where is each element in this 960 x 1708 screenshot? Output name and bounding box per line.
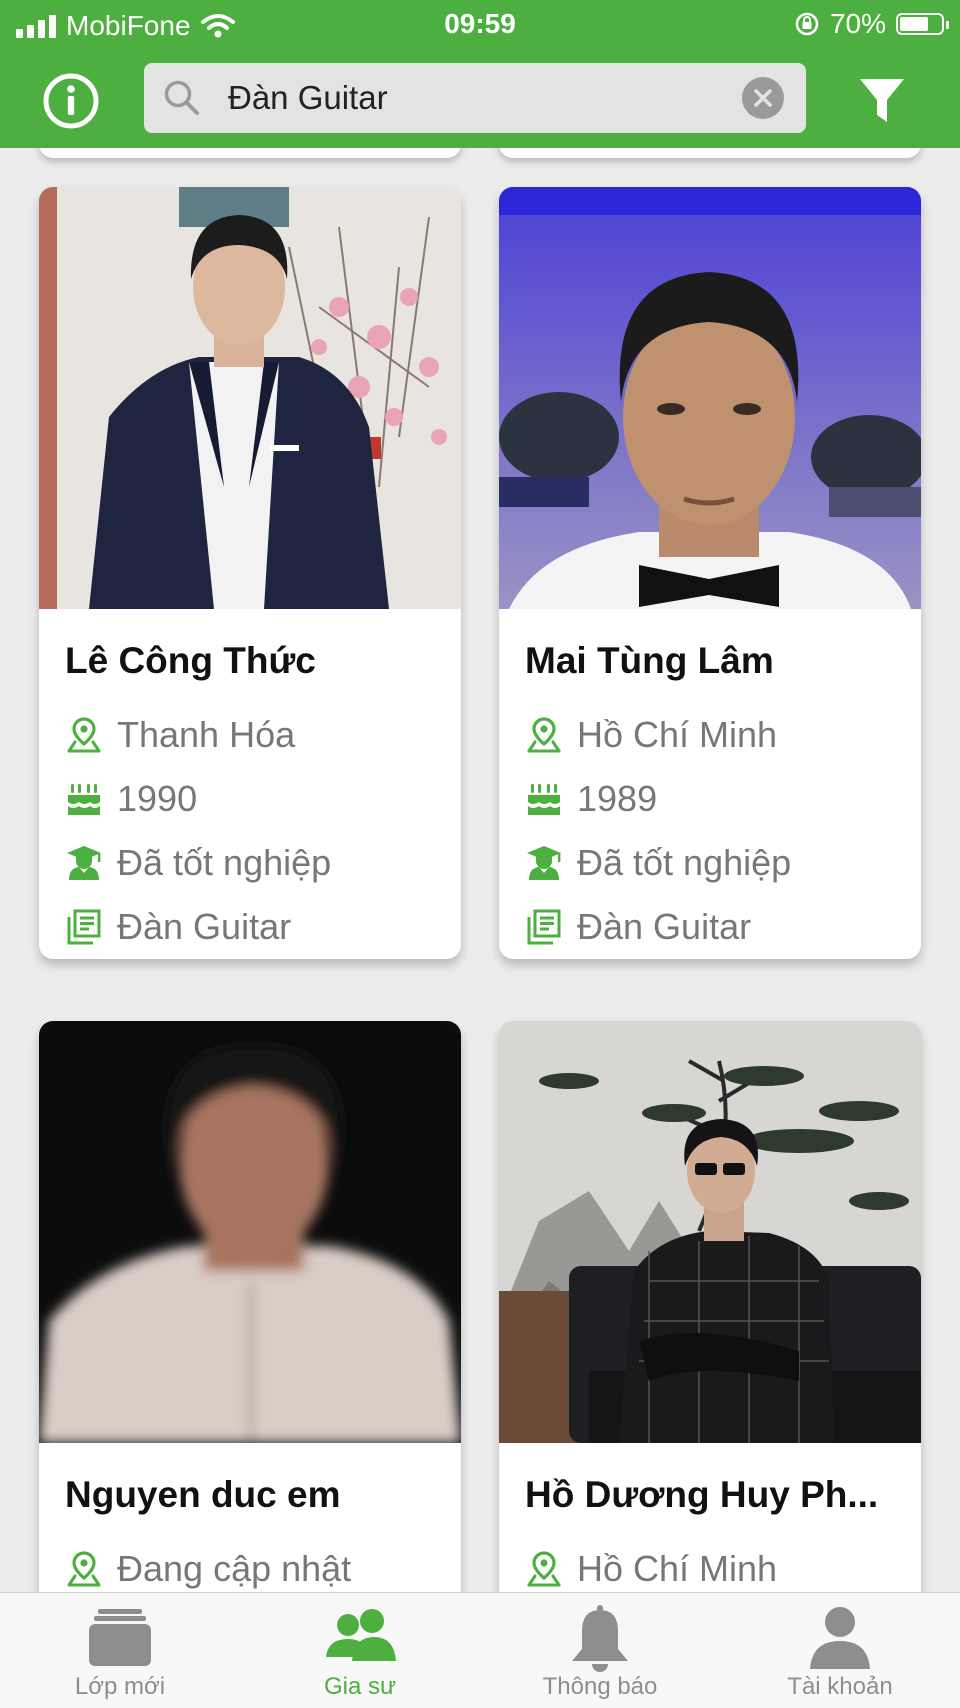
tutor-education: Đã tốt nghiệp (577, 842, 792, 883)
tutor-location: Thanh Hóa (117, 714, 296, 755)
tab-label: Lớp mới (74, 1673, 166, 1700)
battery-icon (896, 13, 949, 35)
birthday-cake-icon (528, 784, 560, 815)
location-row: Đang cập nhật (65, 1537, 435, 1592)
tutor-photo (499, 1021, 921, 1443)
book-list-icon (67, 909, 101, 945)
graduate-icon (67, 846, 101, 880)
tutor-location: Đang cập nhật (117, 1548, 352, 1589)
tutor-photo (39, 187, 461, 609)
tutor-name: Mai Tùng Lâm (525, 640, 774, 681)
tutor-photo (39, 1021, 461, 1443)
book-list-icon (527, 909, 561, 945)
graduate-icon (527, 846, 561, 880)
status-bar: MobiFone 09:59 70% (0, 0, 960, 52)
search-input[interactable] (228, 73, 708, 123)
location-pin-icon (527, 717, 561, 753)
app-header: MobiFone 09:59 70% (0, 0, 960, 148)
tutor-card[interactable]: Nguyen duc em Đang cập nhật (39, 1021, 461, 1592)
education-row: Đã tốt nghiệp (525, 831, 895, 895)
tutor-photo (499, 187, 921, 609)
tutor-name: Nguyen duc em (65, 1474, 341, 1515)
tab-label: Gia sư (323, 1673, 397, 1700)
tutor-subject: Đàn Guitar (117, 906, 292, 947)
clear-search-icon[interactable] (742, 77, 784, 119)
previous-card-edge (39, 148, 461, 158)
location-pin-icon (67, 1551, 101, 1587)
rotation-lock-icon (795, 12, 819, 36)
battery-percent: 70% (829, 8, 886, 39)
location-pin-icon (527, 1551, 561, 1587)
bell-icon (572, 1605, 628, 1672)
tutor-education: Đã tốt nghiệp (117, 842, 332, 883)
tab-label: Thông báo (542, 1673, 658, 1700)
location-row: Hồ Chí Minh (525, 703, 895, 767)
tutor-birth-year: 1990 (117, 778, 198, 819)
stack-icon (89, 1609, 151, 1666)
person-icon (810, 1607, 870, 1669)
tutor-birth-year: 1989 (577, 778, 658, 819)
search-icon (164, 80, 199, 115)
location-row: Hồ Chí Minh (525, 1537, 895, 1592)
location-row: Thanh Hóa (65, 703, 435, 767)
birth-year-row: 1990 (65, 767, 435, 831)
tab-tutors[interactable]: Gia sư (240, 1593, 480, 1708)
tutor-list[interactable]: Lê Công Thức Thanh Hóa 1990 Đã tốt nghiệ… (0, 148, 960, 1592)
info-icon[interactable] (42, 72, 100, 130)
tutor-card[interactable]: Mai Tùng Lâm Hồ Chí Minh 1989 Đã tốt ngh… (499, 187, 921, 959)
subject-row: Đàn Guitar (65, 895, 435, 959)
tutor-card[interactable]: Hồ Dương Huy Ph... Hồ Chí Minh (499, 1021, 921, 1592)
tutor-card[interactable]: Lê Công Thức Thanh Hóa 1990 Đã tốt nghiệ… (39, 187, 461, 959)
subject-row: Đàn Guitar (525, 895, 895, 959)
tutor-name: Hồ Dương Huy Ph... (525, 1474, 879, 1515)
tab-label: Tài khoản (787, 1673, 893, 1700)
tab-new-classes[interactable]: Lớp mới (0, 1593, 240, 1708)
tutor-subject: Đàn Guitar (577, 906, 752, 947)
birth-year-row: 1989 (525, 767, 895, 831)
birthday-cake-icon (68, 784, 100, 815)
education-row: Đã tốt nghiệp (65, 831, 435, 895)
tutor-location: Hồ Chí Minh (577, 1548, 778, 1589)
location-pin-icon (67, 717, 101, 753)
search-bar[interactable] (144, 63, 806, 133)
tab-account[interactable]: Tài khoản (720, 1593, 960, 1708)
filter-icon[interactable] (858, 76, 906, 126)
tab-notifications[interactable]: Thông báo (480, 1593, 720, 1708)
tutor-location: Hồ Chí Minh (577, 714, 778, 755)
previous-card-edge (499, 148, 921, 158)
bottom-tab-bar: Lớp mới Gia sư Thông báo Tài khoản (0, 1592, 960, 1708)
tutor-name: Lê Công Thức (65, 640, 316, 681)
people-icon (326, 1609, 396, 1661)
